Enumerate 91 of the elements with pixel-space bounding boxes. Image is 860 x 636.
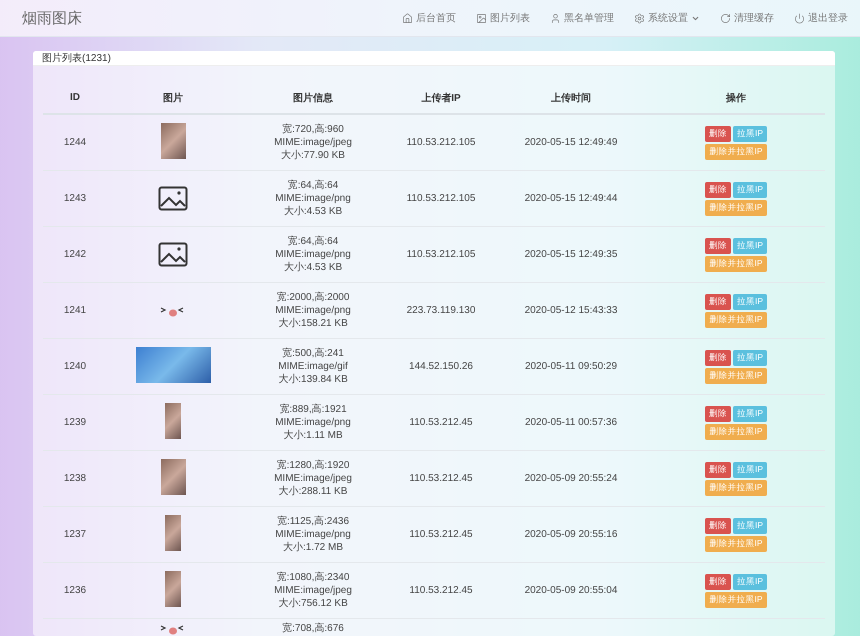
delete-and-block-button[interactable]: 删除并拉黑IP	[705, 312, 767, 328]
block-ip-button[interactable]: 拉黑IP	[732, 406, 768, 422]
time-text: 2020-05-09 20:55:16	[524, 529, 618, 540]
delete-and-block-button[interactable]: 删除并拉黑IP	[705, 424, 767, 440]
id-text: 1240	[64, 361, 86, 372]
ip-text: 144.52.150.26	[409, 361, 473, 372]
image-icon	[158, 242, 188, 267]
image-info-text: 宽:1125,高:2436 MIME:image/png 大小:1.72 MB	[274, 515, 352, 554]
image-info-text: 宽:720,高:960 MIME:image/jpeg 大小:77.90 KB	[273, 123, 353, 162]
ip-text: 110.53.212.45	[409, 417, 473, 428]
time-text: 2020-05-15 12:49:35	[524, 249, 618, 260]
delete-button[interactable]: 删除	[704, 574, 731, 590]
image-info-text: 宽:64,高:64 MIME:image/png 大小:4.53 KB	[274, 235, 352, 274]
delete-and-block-button[interactable]: 删除并拉黑IP	[705, 480, 767, 496]
photo-placeholder	[165, 515, 181, 551]
nav-link[interactable]: 黑名单管理	[550, 11, 614, 25]
column-header: ID	[43, 82, 107, 114]
id-text: 1242	[64, 249, 86, 260]
delete-button[interactable]: 删除	[704, 294, 731, 310]
column-header: 图片信息	[239, 82, 387, 114]
ip-text: 110.53.212.105	[406, 249, 476, 260]
ip-text: 110.53.212.45	[409, 585, 473, 596]
column-header: 上传者IP	[387, 82, 495, 114]
photo-placeholder	[160, 123, 186, 159]
photo-placeholder	[165, 403, 181, 439]
delete-and-block-button[interactable]: 删除并拉黑IP	[705, 536, 767, 552]
time-text: 2020-05-15 12:49:44	[524, 193, 618, 204]
block-ip-button[interactable]: 拉黑IP	[732, 182, 768, 198]
image-info-text: 宽:708,高:676	[281, 622, 345, 635]
image-info-text: 宽:2000,高:2000 MIME:image/png 大小:158.21 KB	[274, 291, 352, 330]
column-header: 上传时间	[495, 82, 647, 114]
delete-button[interactable]: 删除	[704, 182, 731, 198]
delete-button[interactable]: 删除	[704, 126, 731, 142]
delete-and-block-button[interactable]: 删除并拉黑IP	[705, 592, 767, 608]
home-icon	[402, 12, 413, 24]
nav-link[interactable]: 退出登录	[794, 11, 848, 25]
time-text: 2020-05-15 12:49:49	[524, 137, 618, 148]
brand-title: 烟雨图床	[22, 8, 83, 28]
image-icon	[158, 186, 188, 211]
delete-button[interactable]: 删除	[704, 406, 731, 422]
block-ip-button[interactable]: 拉黑IP	[732, 126, 768, 142]
image-info-text: 宽:64,高:64 MIME:image/png 大小:4.53 KB	[274, 179, 352, 218]
delete-and-block-button[interactable]: 删除并拉黑IP	[705, 144, 767, 160]
photo-placeholder	[160, 459, 186, 495]
image-info-text: 宽:1080,高:2340 MIME:image/jpeg 大小:756.12 KB	[273, 571, 353, 610]
id-text: 1236	[64, 585, 86, 596]
user-icon	[550, 12, 561, 24]
nav-link[interactable]: 图片列表	[476, 11, 530, 25]
time-text: 2020-05-12 15:43:33	[524, 305, 618, 316]
power-icon	[794, 12, 805, 24]
delete-button[interactable]: 删除	[704, 238, 731, 254]
ip-text: 110.53.212.105	[406, 137, 476, 148]
block-ip-button[interactable]: 拉黑IP	[732, 294, 768, 310]
image-info-text: 宽:500,高:241 MIME:image/gif 大小:139.84 KB	[277, 347, 349, 386]
delete-button[interactable]: 删除	[704, 518, 731, 534]
ip-text: 110.53.212.45	[409, 529, 473, 540]
delete-and-block-button[interactable]: 删除并拉黑IP	[705, 256, 767, 272]
refresh-icon	[720, 12, 731, 24]
image-info-text: 宽:889,高:1921 MIME:image/png 大小:1.11 MB	[274, 403, 352, 442]
block-ip-button[interactable]: 拉黑IP	[732, 574, 768, 590]
gear-icon	[634, 12, 645, 24]
id-text: 1243	[64, 193, 86, 204]
ip-text: 223.73.119.130	[406, 305, 476, 316]
block-ip-button[interactable]: 拉黑IP	[732, 462, 768, 478]
nav-link[interactable]: 清理缓存	[720, 11, 774, 25]
column-header: 图片	[107, 82, 239, 114]
block-ip-button[interactable]: 拉黑IP	[732, 350, 768, 366]
panel-title: 图片列表(1231)	[42, 52, 111, 65]
id-text: 1237	[64, 529, 86, 540]
ip-text: 110.53.212.45	[409, 473, 473, 484]
delete-and-block-button[interactable]: 删除并拉黑IP	[705, 368, 767, 384]
column-header: 操作	[647, 82, 825, 114]
delete-and-block-button[interactable]: 删除并拉黑IP	[705, 200, 767, 216]
photo-placeholder	[165, 571, 181, 607]
id-text: 1241	[64, 305, 86, 316]
time-text: 2020-05-11 00:57:36	[524, 417, 618, 428]
nav-link[interactable]: 系统设置	[634, 11, 700, 25]
id-text: 1244	[64, 137, 86, 148]
image-info-text: 宽:1280,高:1920 MIME:image/jpeg 大小:288.11 KB	[273, 459, 353, 498]
time-text: 2020-05-11 09:50:29	[524, 361, 618, 372]
id-text: 1238	[64, 473, 86, 484]
delete-button[interactable]: 删除	[704, 462, 731, 478]
block-ip-button[interactable]: 拉黑IP	[732, 238, 768, 254]
image-icon	[476, 12, 487, 24]
block-ip-button[interactable]: 拉黑IP	[732, 518, 768, 534]
nav-link[interactable]: 后台首页	[402, 11, 456, 25]
time-text: 2020-05-09 20:55:24	[524, 473, 618, 484]
id-text: 1239	[64, 417, 86, 428]
delete-button[interactable]: 删除	[704, 350, 731, 366]
ip-text: 110.53.212.105	[406, 193, 476, 204]
time-text: 2020-05-09 20:55:04	[524, 585, 618, 596]
